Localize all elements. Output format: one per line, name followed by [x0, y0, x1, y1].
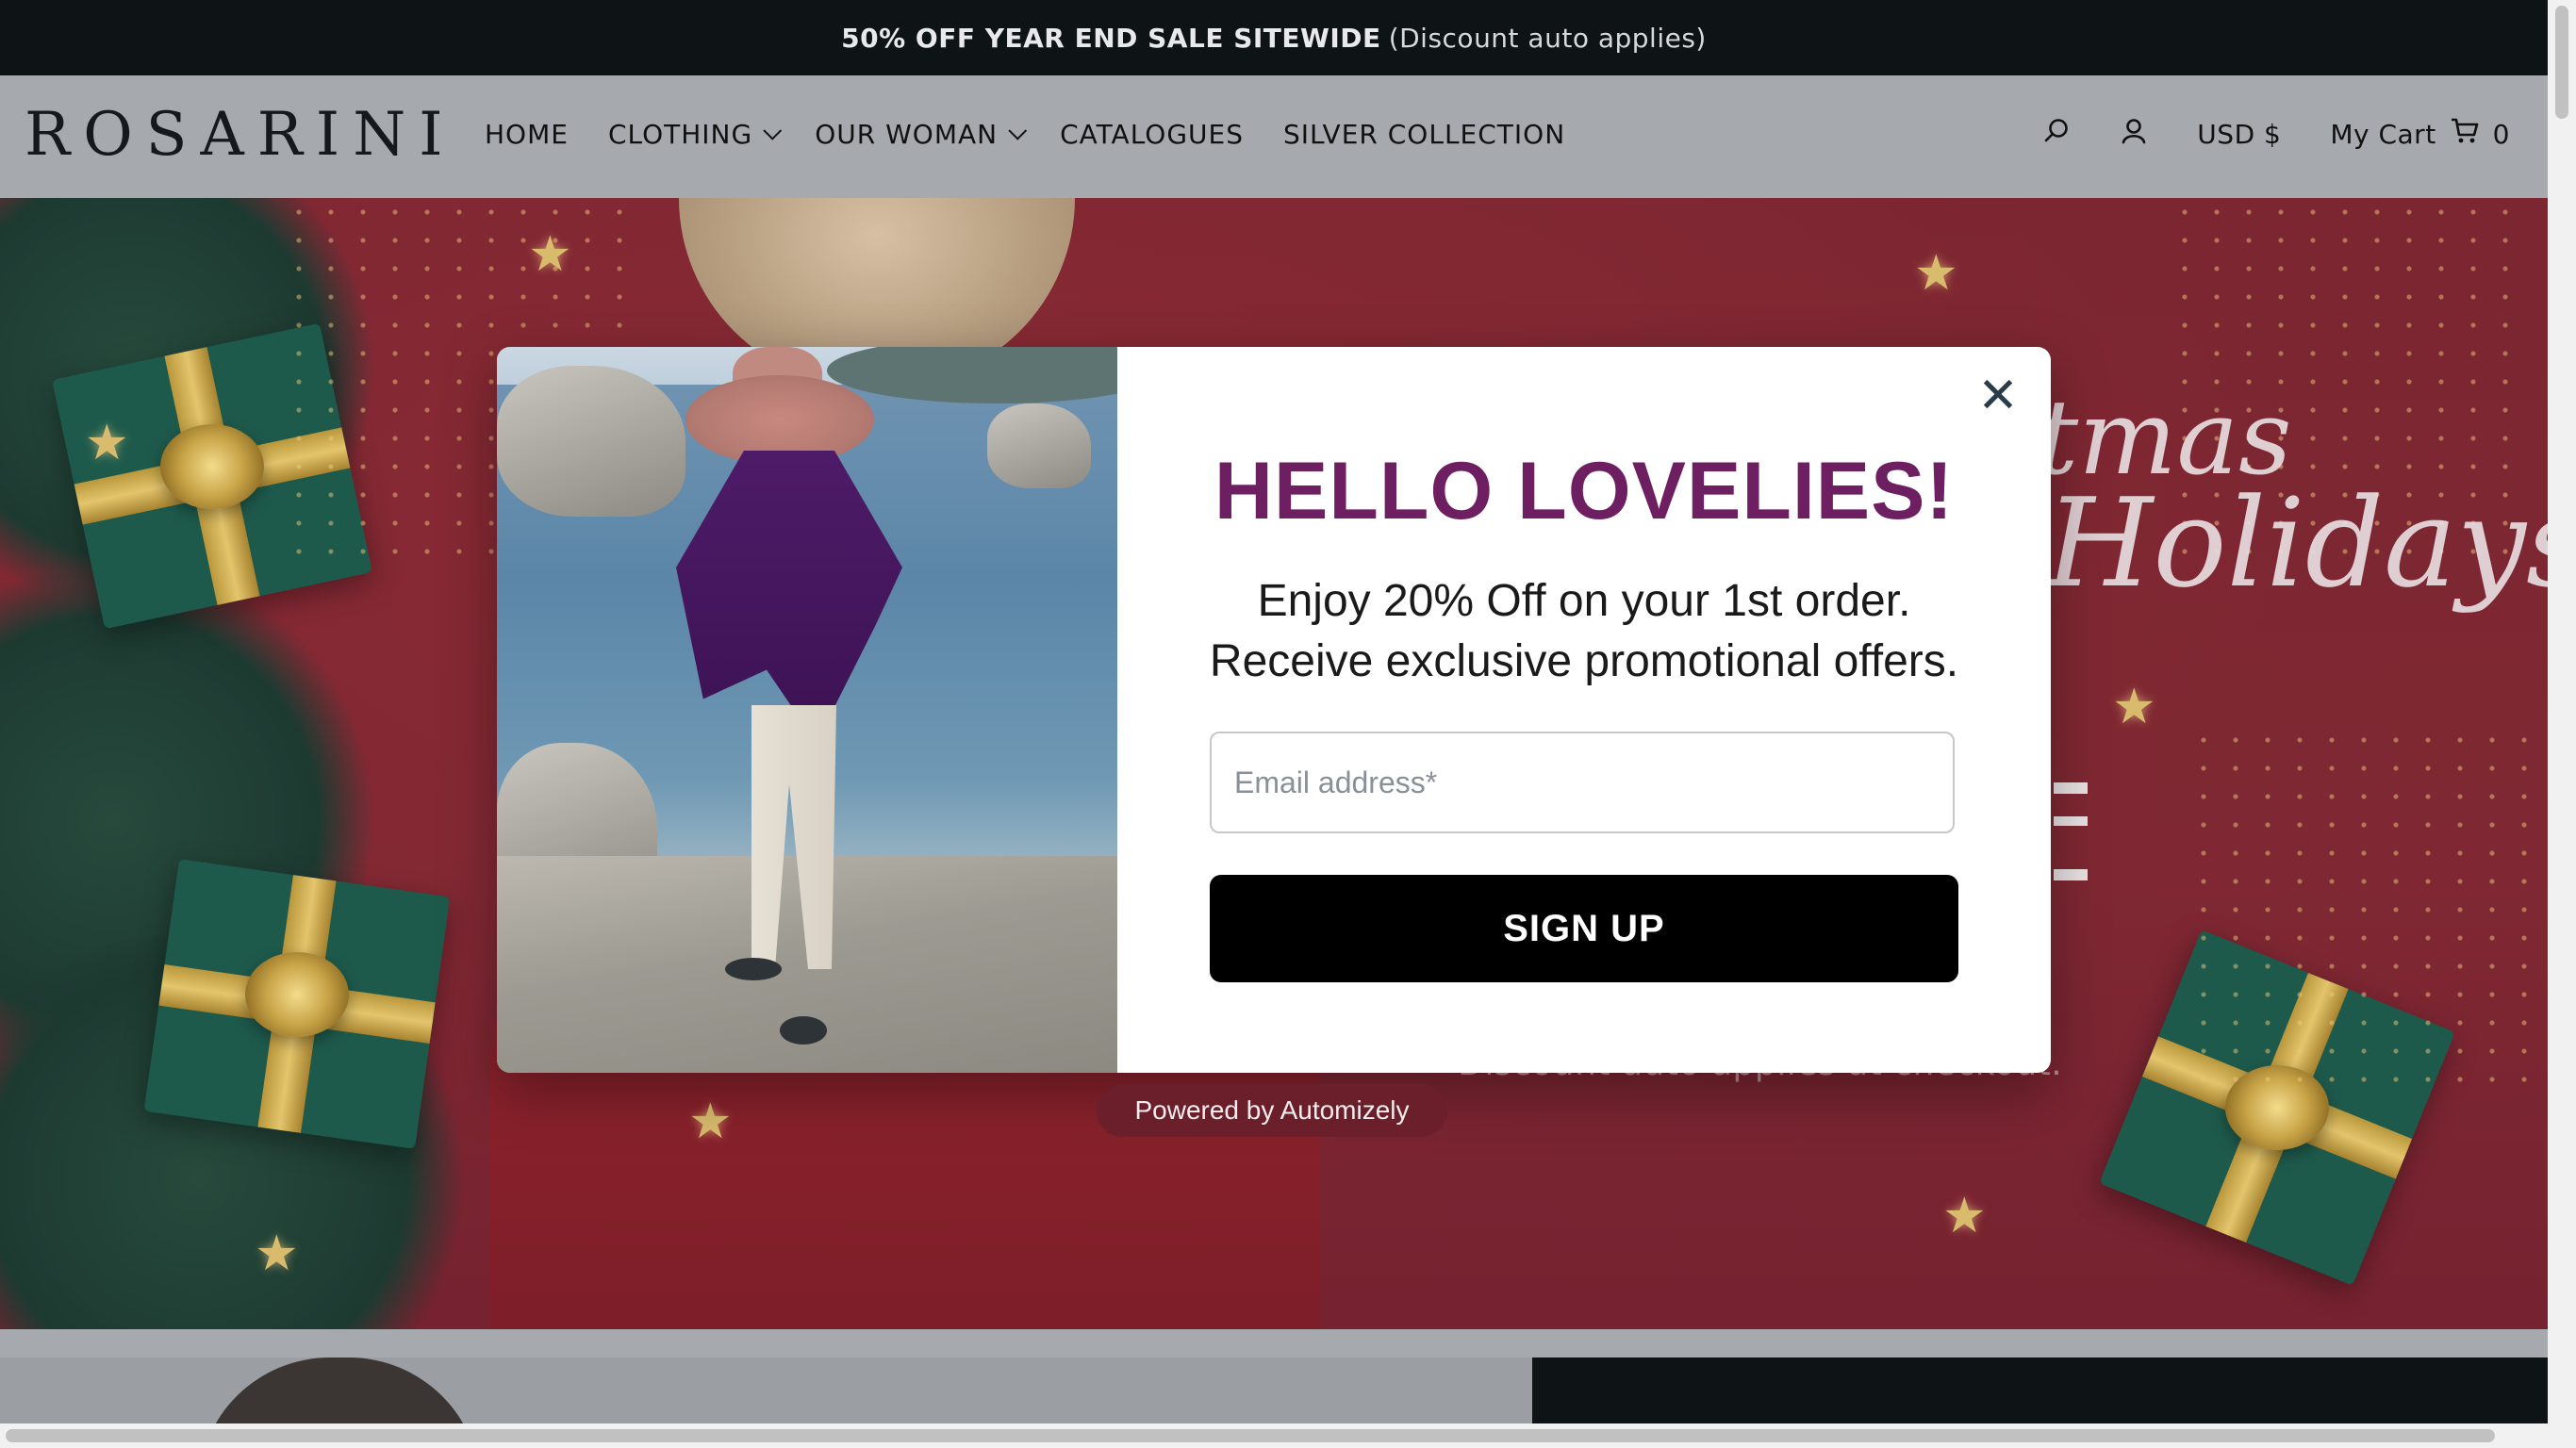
chevron-down-icon	[763, 121, 783, 140]
model-hair	[198, 1358, 481, 1423]
next-section-panel	[1532, 1358, 2548, 1423]
cart-label: My Cart	[2330, 119, 2436, 150]
announcement-rest: (Discount auto applies)	[1388, 22, 1707, 54]
hero-sale-letter	[2054, 782, 2088, 880]
popup-photo	[497, 347, 1117, 1073]
main-nav: HOME CLOTHING OUR WOMAN CATALOGUES SILVE…	[485, 119, 1565, 150]
popup-promo-line: Receive exclusive promotional offers.	[1209, 636, 1959, 686]
nav-clothing-label: CLOTHING	[607, 119, 753, 150]
email-field[interactable]	[1210, 732, 1955, 833]
currency-selector[interactable]: USD $	[2197, 119, 2281, 150]
signup-button[interactable]: SIGN UP	[1210, 875, 1958, 982]
star-decoration: ★	[85, 415, 129, 471]
account-icon[interactable]	[2120, 117, 2148, 152]
site-header: ROSARINI HOME CLOTHING OUR WOMAN CATALOG…	[0, 75, 2548, 198]
star-decoration: ★	[1914, 245, 1958, 302]
nav-our-woman-label: OUR WOMAN	[815, 119, 999, 150]
popup-content: ✕ HELLO LOVELIES! Enjoy 20% Off on your …	[1117, 347, 2051, 1073]
header-actions: USD $ My Cart 0	[2042, 117, 2510, 152]
nav-silver-label: SILVER COLLECTION	[1283, 119, 1566, 150]
close-icon[interactable]: ✕	[1977, 371, 2019, 420]
nav-catalogues-label: CATALOGUES	[1060, 119, 1244, 150]
nav-item-home[interactable]: HOME	[485, 119, 569, 150]
announcement-bold: 50% OFF YEAR END SALE SITEWIDE	[841, 22, 1381, 54]
announcement-bar: 50% OFF YEAR END SALE SITEWIDE (Discount…	[0, 0, 2548, 75]
popup-headline: HELLO LOVELIES!	[1214, 446, 1955, 536]
star-decoration: ★	[2112, 679, 2156, 735]
popup-subtext: Enjoy 20% Off on your 1st order. Receive…	[1117, 571, 2051, 692]
site-logo[interactable]: ROSARINI	[25, 100, 455, 170]
nav-item-our-woman[interactable]: OUR WOMAN	[815, 119, 1028, 150]
star-decoration: ★	[688, 1094, 733, 1150]
next-section-image	[0, 1358, 1532, 1423]
powered-by-badge[interactable]: Powered by Automizely	[1097, 1084, 1447, 1137]
star-decoration: ★	[255, 1226, 299, 1282]
vertical-scroll-thumb[interactable]	[2555, 6, 2568, 119]
confetti	[2188, 726, 2546, 1084]
popup-offer-line: Enjoy 20% Off on your 1st order.	[1257, 576, 1911, 626]
cart-icon	[2450, 117, 2480, 152]
cart-link[interactable]: My Cart 0	[2330, 117, 2510, 152]
section-gap	[0, 1329, 2548, 1358]
nav-home-label: HOME	[485, 119, 569, 150]
star-decoration: ★	[528, 226, 572, 283]
star-decoration: ★	[1942, 1188, 1987, 1244]
gift-bow	[245, 952, 349, 1037]
photo-shoe	[780, 1016, 827, 1045]
nav-item-clothing[interactable]: CLOTHING	[607, 119, 783, 150]
search-icon[interactable]	[2042, 117, 2071, 152]
nav-item-catalogues[interactable]: CATALOGUES	[1060, 119, 1244, 150]
nav-item-silver-collection[interactable]: SILVER COLLECTION	[1283, 119, 1565, 150]
hero-script-line2: Holidays	[2046, 471, 2548, 615]
photo-rock	[987, 403, 1091, 488]
photo-shoe	[725, 958, 782, 980]
horizontal-scroll-thumb[interactable]	[6, 1429, 2495, 1442]
chevron-down-icon	[1008, 121, 1028, 140]
horizontal-scrollbar[interactable]	[0, 1423, 2548, 1448]
signup-popup: ✕ HELLO LOVELIES! Enjoy 20% Off on your …	[497, 347, 2051, 1073]
photo-rock	[497, 366, 685, 517]
gift-bow	[160, 424, 264, 509]
cart-count: 0	[2492, 119, 2510, 150]
vertical-scrollbar[interactable]	[2548, 0, 2576, 1448]
